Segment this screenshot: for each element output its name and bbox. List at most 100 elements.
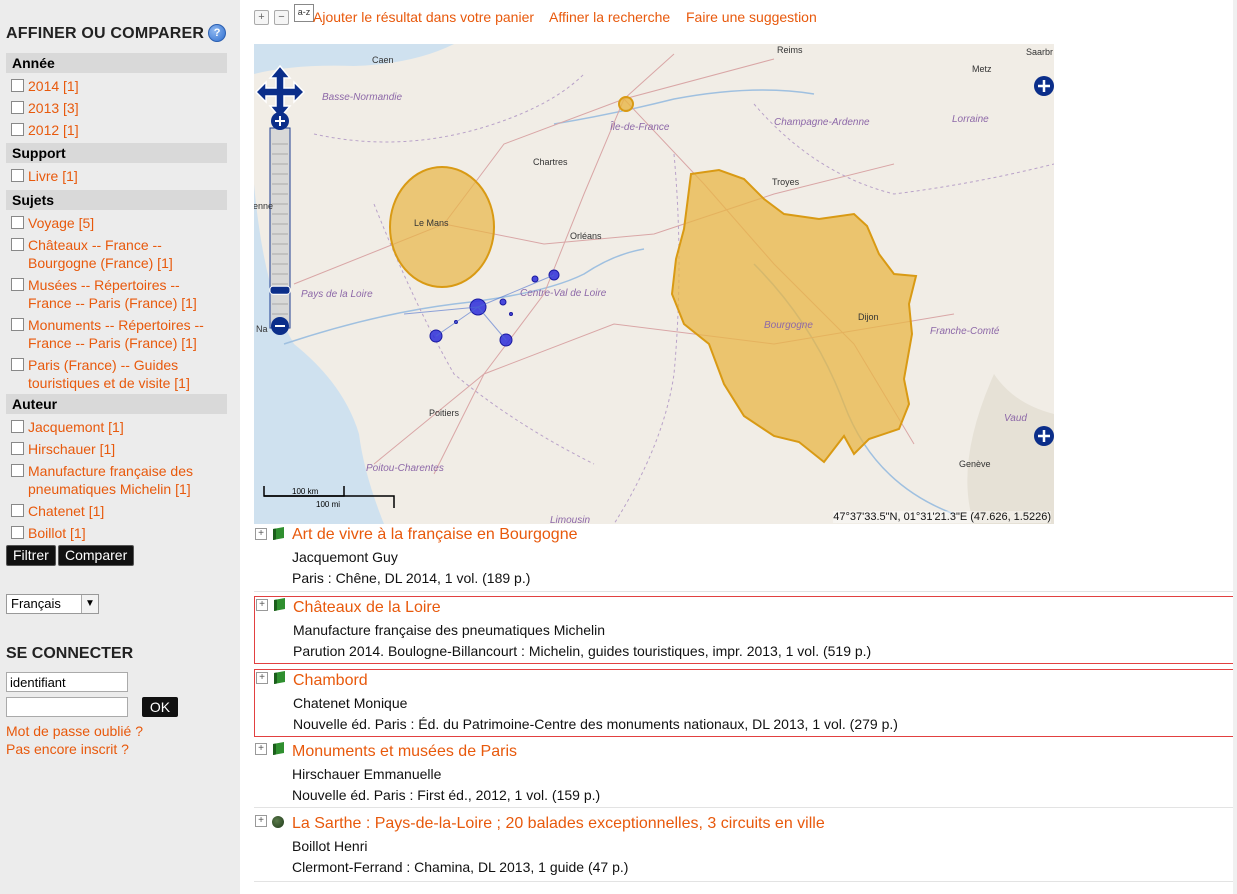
facet-item-label[interactable]: Livre [1] — [28, 168, 78, 184]
facet-item-label-cont[interactable]: Bourgogne (France) [1] — [28, 255, 173, 271]
facet-item-label[interactable]: Musées -- Répertoires -- — [28, 277, 180, 293]
checkbox[interactable] — [11, 123, 24, 136]
add-to-cart-link[interactable]: Ajouter le résultat dans votre panier — [313, 9, 534, 25]
facet-item-2012[interactable]: 2012 [1] — [6, 121, 227, 139]
facet-item-label[interactable]: Manufacture française des — [28, 463, 193, 479]
result-title[interactable]: Chambord — [293, 672, 368, 690]
facet-item-label[interactable]: Monuments -- Répertoires -- — [28, 317, 204, 333]
sort-az-icon[interactable]: a-z — [294, 4, 314, 22]
expand-all-icon[interactable]: + — [254, 10, 269, 25]
map-label-reims: Reims — [777, 45, 803, 55]
facet-item-label[interactable]: Châteaux -- France -- — [28, 237, 162, 253]
checkbox[interactable] — [11, 442, 24, 455]
facet-item-label[interactable]: 2012 [1] — [28, 122, 79, 138]
map-region-lorraine: Lorraine — [952, 114, 989, 125]
facet-item-label[interactable]: Hirschauer [1] — [28, 441, 115, 457]
facet-item-chatenet[interactable]: Chatenet [1] — [6, 502, 227, 520]
map-canvas[interactable]: Reims Caen Metz Saarbr Chartres Troyes L… — [254, 44, 1054, 524]
facet-item-label-cont[interactable]: pneumatiques Michelin [1] — [28, 481, 191, 497]
checkbox[interactable] — [11, 79, 24, 92]
collapse-all-icon[interactable]: − — [274, 10, 289, 25]
map-zoom-control — [269, 112, 291, 335]
page-scrollbar[interactable] — [1233, 0, 1237, 894]
map-label-caen: Caen — [372, 55, 394, 65]
result-author: Boillot Henri — [292, 838, 368, 854]
checkbox[interactable] — [11, 526, 24, 539]
facet-item-voyage[interactable]: Voyage [5] — [6, 214, 227, 232]
compare-button[interactable]: Comparer — [58, 545, 135, 566]
checkbox[interactable] — [11, 278, 24, 291]
expand-icon[interactable]: + — [255, 528, 267, 540]
map-label-orleans: Orléans — [570, 231, 602, 241]
checkbox[interactable] — [11, 101, 24, 114]
facet-item-chateaux[interactable]: Châteaux -- France -- Bourgogne (France) … — [6, 236, 227, 272]
checkbox[interactable] — [11, 420, 24, 433]
username-input[interactable]: identifiant — [6, 672, 128, 692]
checkbox[interactable] — [11, 169, 24, 182]
suggestion-link[interactable]: Faire une suggestion — [686, 9, 817, 25]
forgot-password-link[interactable]: Mot de passe oublié ? — [6, 723, 143, 739]
checkbox[interactable] — [11, 358, 24, 371]
expand-icon[interactable]: + — [255, 815, 267, 827]
login-ok-button[interactable]: OK — [142, 697, 178, 717]
facet-item-label[interactable]: Voyage [5] — [28, 215, 94, 231]
language-select[interactable]: Français ▼ — [6, 594, 99, 614]
facet-item-paris-guides[interactable]: Paris (France) -- Guides touristiques et … — [6, 356, 227, 392]
expand-icon[interactable]: + — [255, 743, 267, 755]
result-publication: Nouvelle éd. Paris : Éd. du Patrimoine-C… — [293, 716, 898, 732]
language-select-value[interactable]: Français — [11, 596, 61, 611]
expand-icon[interactable]: + — [256, 599, 268, 611]
result-title[interactable]: La Sarthe : Pays-de-la-Loire ; 20 balade… — [292, 815, 825, 833]
expand-icon[interactable]: + — [256, 672, 268, 684]
refine-title-text: AFFINER OU COMPARER — [6, 25, 205, 42]
checkbox[interactable] — [11, 238, 24, 251]
result-author: Jacquemont Guy — [292, 549, 398, 565]
checkbox[interactable] — [11, 464, 24, 477]
facet-item-musees[interactable]: Musées -- Répertoires -- France -- Paris … — [6, 276, 227, 312]
map-marker — [531, 275, 539, 283]
map-region-poitou-charentes: Poitou-Charentes — [366, 463, 444, 474]
facet-item-label[interactable]: Boillot [1] — [28, 525, 86, 541]
result-title[interactable]: Monuments et musées de Paris — [292, 743, 517, 761]
results-map[interactable]: Reims Caen Metz Saarbr Chartres Troyes L… — [254, 44, 1054, 524]
result-author: Chatenet Monique — [293, 695, 408, 711]
facet-item-livre[interactable]: Livre [1] — [6, 167, 227, 185]
password-input[interactable] — [6, 697, 128, 717]
register-link[interactable]: Pas encore inscrit ? — [6, 741, 129, 757]
facet-item-hirschauer[interactable]: Hirschauer [1] — [6, 440, 227, 458]
facet-item-2014[interactable]: 2014 [1] — [6, 77, 227, 95]
facet-item-label[interactable]: 2014 [1] — [28, 78, 79, 94]
facet-item-monuments[interactable]: Monuments -- Répertoires -- France -- Par… — [6, 316, 227, 352]
map-region-basse-normandie: Basse-Normandie — [322, 92, 402, 103]
result-title[interactable]: Art de vivre à la française en Bourgogne — [292, 526, 578, 544]
filter-button[interactable]: Filtrer — [6, 545, 56, 566]
facet-item-label[interactable]: 2013 [3] — [28, 100, 79, 116]
facet-item-label[interactable]: Chatenet [1] — [28, 503, 104, 519]
checkbox[interactable] — [11, 318, 24, 331]
facet-header-support: Support — [6, 143, 227, 163]
zoom-slider-handle — [269, 285, 291, 295]
facet-item-michelin[interactable]: Manufacture française des pneumatiques Mi… — [6, 462, 227, 498]
facet-item-label[interactable]: Paris (France) -- Guides — [28, 357, 178, 373]
map-label-metz: Metz — [972, 64, 992, 74]
facet-item-boillot[interactable]: Boillot [1] — [6, 524, 227, 542]
facet-year: Année 2014 [1] 2013 [3] 2012 [1] — [6, 53, 227, 139]
refine-search-link[interactable]: Affiner la recherche — [549, 9, 670, 25]
facet-item-label-cont[interactable]: France -- Paris (France) [1] — [28, 335, 197, 351]
map-region-ile-de-france: Île-de-France — [610, 120, 670, 133]
facet-item-jacquemont[interactable]: Jacquemont [1] — [6, 418, 227, 436]
facet-item-label-cont[interactable]: touristiques et de visite [1] — [28, 375, 190, 391]
chevron-down-icon[interactable]: ▼ — [81, 595, 98, 613]
facet-header-subjects: Sujets — [6, 190, 227, 210]
result-author: Hirschauer Emmanuelle — [292, 766, 442, 782]
help-icon[interactable]: ? — [208, 24, 227, 42]
facet-item-label-cont[interactable]: France -- Paris (France) [1] — [28, 295, 197, 311]
map-region-centre: Centre-Val de Loire — [520, 288, 607, 299]
result-item-4: + Monuments et musées de Paris Hirschaue… — [254, 742, 1233, 808]
result-title[interactable]: Châteaux de la Loire — [293, 599, 441, 617]
facet-item-2013[interactable]: 2013 [3] — [6, 99, 227, 117]
checkbox[interactable] — [11, 504, 24, 517]
checkbox[interactable] — [11, 216, 24, 229]
facet-item-label[interactable]: Jacquemont [1] — [28, 419, 124, 435]
paris-marker — [618, 96, 634, 112]
